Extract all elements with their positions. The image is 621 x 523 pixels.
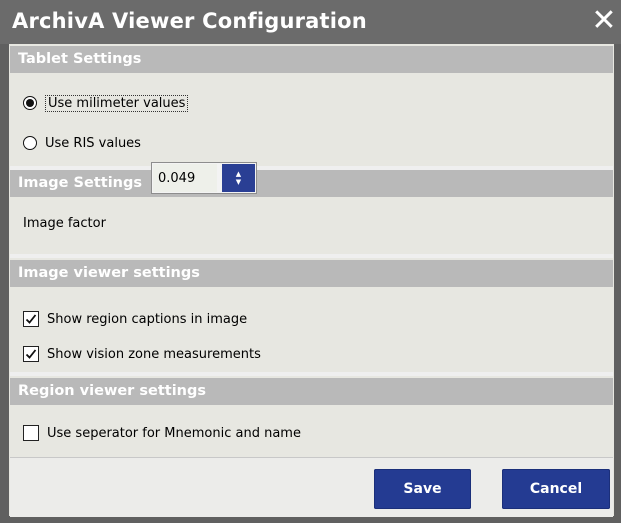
checkbox-unchecked-icon[interactable] bbox=[23, 425, 39, 441]
tablet-settings-header: Tablet Settings bbox=[10, 46, 613, 73]
checkbox-vision-zone-label: Show vision zone measurements bbox=[47, 346, 261, 362]
checkbox-vision-zone[interactable]: Show vision zone measurements bbox=[23, 343, 261, 365]
spin-down-icon[interactable]: ▼ bbox=[236, 178, 241, 186]
region-viewer-settings-header: Region viewer settings bbox=[10, 378, 613, 405]
divider bbox=[10, 254, 613, 258]
image-factor-label: Image factor bbox=[23, 216, 106, 231]
checkbox-separator-label: Use seperator for Mnemonic and name bbox=[47, 425, 301, 441]
checkbox-region-captions-label: Show region captions in image bbox=[47, 311, 248, 327]
dialog-footer: Save Cancel bbox=[10, 457, 613, 517]
radio-ris-label: Use RIS values bbox=[45, 135, 141, 151]
checkbox-region-captions[interactable]: Show region captions in image bbox=[23, 308, 247, 330]
dialog-body: Tablet Settings Use milimeter values Use… bbox=[9, 44, 614, 517]
image-factor-spinner[interactable]: ▲ ▼ bbox=[151, 162, 257, 194]
checkbox-separator[interactable]: Use seperator for Mnemonic and name bbox=[23, 422, 301, 444]
divider bbox=[10, 372, 613, 376]
radio-selected-icon[interactable] bbox=[23, 96, 37, 110]
spin-up-icon[interactable]: ▲ bbox=[236, 170, 241, 178]
radio-milimeter[interactable]: Use milimeter values bbox=[23, 92, 189, 114]
spinner-buttons[interactable]: ▲ ▼ bbox=[222, 164, 255, 192]
close-icon[interactable]: ✕ bbox=[591, 6, 617, 36]
configuration-dialog: ArchivA Viewer Configuration ✕ Tablet Se… bbox=[0, 0, 621, 523]
checkbox-checked-icon[interactable] bbox=[23, 346, 39, 362]
radio-unselected-icon[interactable] bbox=[23, 136, 37, 150]
image-viewer-settings-header: Image viewer settings bbox=[10, 260, 613, 287]
checkbox-checked-icon[interactable] bbox=[23, 311, 39, 327]
radio-ris[interactable]: Use RIS values bbox=[23, 132, 141, 154]
cancel-button[interactable]: Cancel bbox=[502, 469, 610, 509]
image-settings-header: Image Settings bbox=[10, 170, 613, 197]
dialog-title: ArchivA Viewer Configuration bbox=[12, 9, 367, 33]
image-factor-input[interactable] bbox=[153, 164, 217, 192]
title-bar: ArchivA Viewer Configuration ✕ bbox=[0, 0, 621, 44]
save-button[interactable]: Save bbox=[374, 469, 471, 509]
radio-milimeter-label: Use milimeter values bbox=[45, 94, 189, 112]
